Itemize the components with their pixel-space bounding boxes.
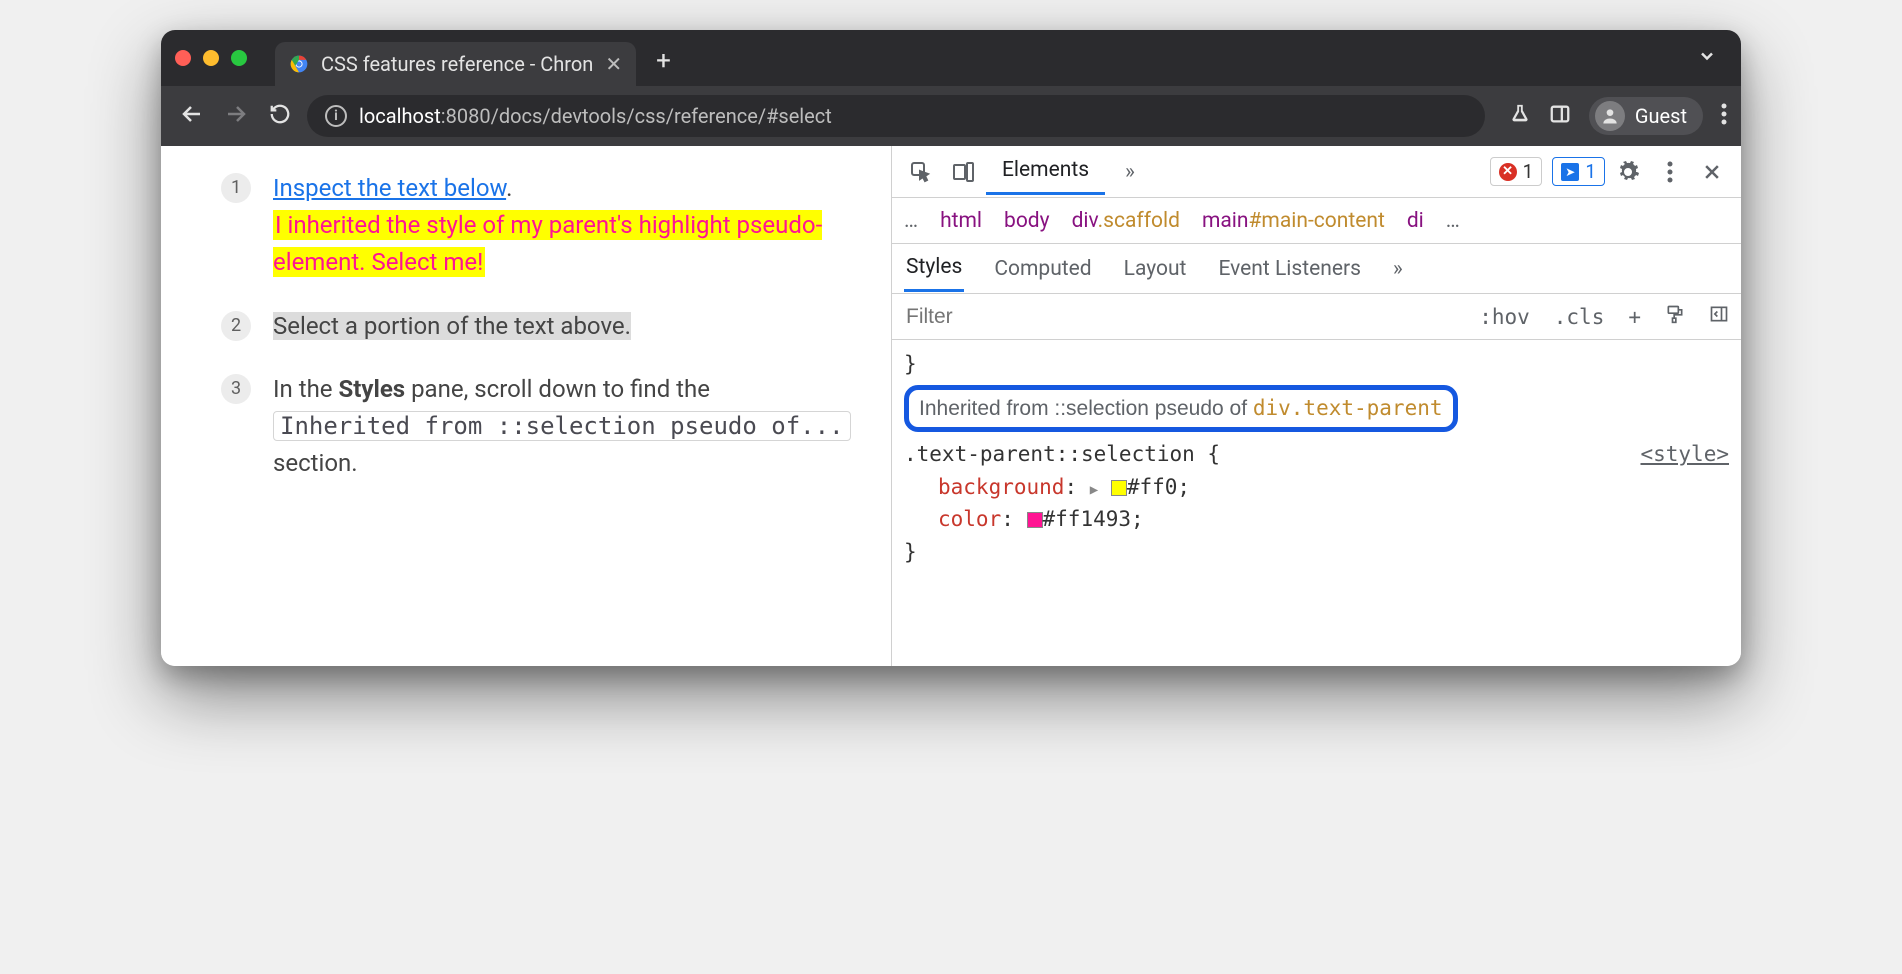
side-panel-icon[interactable] [1549, 103, 1571, 129]
tab-more[interactable]: » [1109, 150, 1151, 194]
css-declaration[interactable]: color: #ff1493; [904, 503, 1729, 536]
tab-title: CSS features reference - Chron [321, 52, 593, 76]
tab-elements[interactable]: Elements [986, 148, 1105, 195]
step-text: In the Styles pane, scroll down to find … [273, 371, 851, 483]
subtab-computed[interactable]: Computed [992, 247, 1093, 291]
profile-chip[interactable]: Guest [1589, 97, 1703, 135]
labs-icon[interactable] [1509, 103, 1531, 129]
cls-toggle[interactable]: .cls [1542, 305, 1617, 329]
step-number: 1 [221, 173, 251, 203]
reload-button[interactable] [263, 103, 297, 129]
new-tab-button[interactable]: + [656, 46, 671, 76]
hov-toggle[interactable]: :hov [1467, 305, 1542, 329]
paint-icon[interactable] [1653, 304, 1697, 329]
browser-tab[interactable]: CSS features reference - Chron ✕ [275, 42, 636, 86]
back-button[interactable] [175, 102, 209, 130]
highlighted-text[interactable]: I inherited the style of my parent's hig… [273, 210, 822, 277]
settings-icon[interactable] [1609, 153, 1647, 191]
subtab-more[interactable]: » [1391, 247, 1405, 291]
new-style-rule-icon[interactable]: + [1616, 305, 1653, 329]
list-item: 3 In the Styles pane, scroll down to fin… [221, 371, 851, 483]
devtools-panel: Elements » ✕1 ➤1 … html body div. [891, 146, 1741, 666]
site-info-icon[interactable]: i [325, 105, 347, 127]
inspect-element-icon[interactable] [902, 153, 940, 191]
error-badge[interactable]: ✕1 [1490, 157, 1543, 186]
inspect-link[interactable]: Inspect the text below [273, 174, 506, 202]
css-rule-header: .text-parent::selection { <style> [904, 438, 1729, 471]
content-area: 1 Inspect the text below. I inherited th… [161, 146, 1741, 666]
step-number: 2 [221, 311, 251, 341]
styles-pane: } Inherited from ::selection pseudo of d… [892, 340, 1741, 576]
menu-icon[interactable] [1721, 103, 1727, 129]
breadcrumb-ellipsis[interactable]: … [904, 209, 918, 233]
maximize-window-button[interactable] [231, 50, 247, 66]
titlebar: CSS features reference - Chron ✕ + [161, 30, 1741, 86]
close-devtools-icon[interactable] [1693, 153, 1731, 191]
toggle-sidebar-icon[interactable] [1697, 304, 1741, 329]
filter-bar: :hov .cls + [892, 294, 1741, 340]
message-badge[interactable]: ➤1 [1552, 157, 1605, 186]
tab-search-icon[interactable] [1697, 46, 1717, 70]
css-selector[interactable]: .text-parent::selection { [904, 438, 1220, 471]
filter-input[interactable] [892, 294, 1467, 339]
chrome-favicon-icon [289, 54, 309, 74]
profile-label: Guest [1635, 104, 1687, 128]
breadcrumb-item[interactable]: div.scaffold [1072, 209, 1180, 233]
color-swatch-icon[interactable] [1027, 512, 1043, 528]
minimize-window-button[interactable] [203, 50, 219, 66]
toolbar-actions: Guest [1509, 97, 1727, 135]
address-bar[interactable]: i localhost:8080/docs/devtools/css/refer… [307, 95, 1485, 137]
breadcrumb-item[interactable]: html [940, 209, 982, 233]
breadcrumb-item[interactable]: di [1407, 209, 1424, 233]
device-toolbar-icon[interactable] [944, 153, 982, 191]
list-item: 1 Inspect the text below. I inherited th… [221, 170, 851, 282]
window-controls [175, 50, 247, 66]
toolbar: i localhost:8080/docs/devtools/css/refer… [161, 86, 1741, 146]
url-display: localhost:8080/docs/devtools/css/referen… [359, 104, 832, 128]
breadcrumb-ellipsis[interactable]: … [1446, 209, 1460, 233]
step-number: 3 [221, 374, 251, 404]
css-brace: } [904, 348, 1729, 381]
css-brace: } [904, 536, 1729, 569]
styles-subtabs: Styles Computed Layout Event Listeners » [892, 244, 1741, 294]
color-swatch-icon[interactable] [1111, 480, 1127, 496]
browser-window: CSS features reference - Chron ✕ + i loc… [161, 30, 1741, 666]
kebab-menu-icon[interactable] [1651, 153, 1689, 191]
close-window-button[interactable] [175, 50, 191, 66]
forward-button[interactable] [219, 102, 253, 130]
list-item: 2 Select a portion of the text above. [221, 308, 851, 345]
css-source-link[interactable]: <style> [1640, 438, 1729, 471]
devtools-topbar: Elements » ✕1 ➤1 [892, 146, 1741, 198]
dom-breadcrumb[interactable]: … html body div.scaffold main#main-conte… [892, 198, 1741, 244]
css-declaration[interactable]: background: ▶ #ff0; [904, 471, 1729, 504]
subtab-event-listeners[interactable]: Event Listeners [1216, 247, 1362, 291]
avatar-icon [1595, 101, 1625, 131]
inherited-from-header[interactable]: Inherited from ::selection pseudo of div… [904, 385, 1458, 433]
breadcrumb-item[interactable]: main#main-content [1202, 209, 1385, 233]
subtab-styles[interactable]: Styles [904, 245, 964, 292]
breadcrumb-item[interactable]: body [1004, 209, 1050, 233]
rendered-page: 1 Inspect the text below. I inherited th… [161, 146, 891, 666]
subtab-layout[interactable]: Layout [1122, 247, 1189, 291]
tab-close-icon[interactable]: ✕ [605, 52, 622, 76]
step-text: Select a portion of the text above. [273, 312, 631, 340]
